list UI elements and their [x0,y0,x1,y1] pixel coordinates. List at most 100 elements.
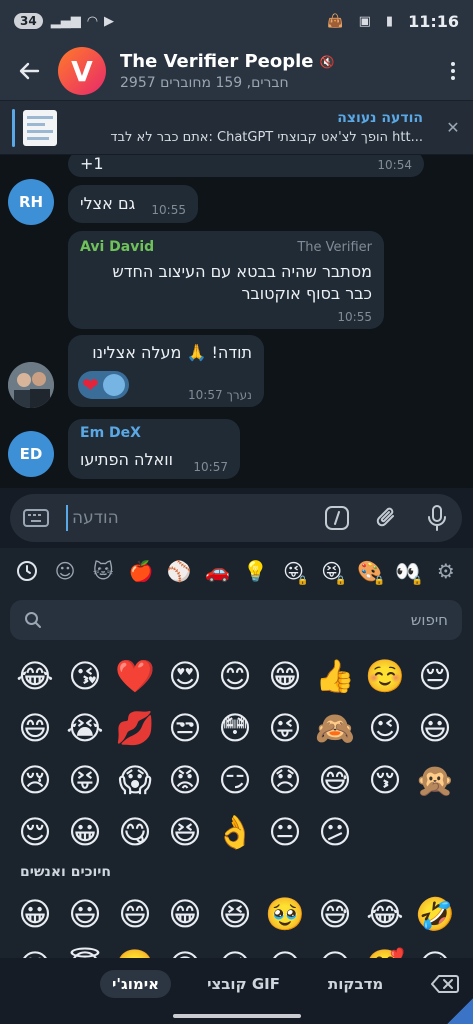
emoji-cell[interactable]: 💋 [110,702,160,754]
avatar-initials: RH [18,193,44,211]
backspace-button[interactable] [431,974,459,998]
emoji-cell[interactable]: 😱 [110,754,160,806]
emoji-pack-3-icon[interactable]: 🎨 🔒 [353,556,387,586]
sports-icon[interactable]: ⚾ [162,556,196,586]
group-info[interactable]: The Verifier People 🔇 2957 חברים, 159 מח… [120,51,433,91]
emoji-cell[interactable]: 😅 [310,754,360,806]
emoji-cell[interactable]: 🙈 [310,702,360,754]
emoji-cell[interactable]: 😍 [160,650,210,702]
emoji-cell[interactable]: 😂 [10,650,60,702]
emoji-cell[interactable]: 😀 [60,806,110,858]
emoji-cell[interactable]: 👍 [310,650,360,702]
emoji-cell[interactable]: ❤️ [110,650,160,702]
emoji-cell[interactable]: 😭 [60,702,110,754]
message-text: וואלה הפתיעו [80,450,173,469]
message-time: נערך 10:57 [188,388,252,402]
emoji-cell[interactable]: 😳 [210,702,260,754]
emoji-cell[interactable]: 😃 [60,888,110,940]
emoji-pack-4-icon[interactable]: 👀 🔒 [391,556,425,586]
emoji-cell[interactable]: 😏 [210,754,260,806]
emoji-cell[interactable]: 😁 [160,888,210,940]
emoji-cell[interactable]: 🙃 [160,940,210,958]
emoji-cell[interactable]: 😘 [60,650,110,702]
emoji-cell[interactable]: 👌 [210,806,260,858]
message-bubble[interactable]: Avi David The Verifier מסתבר שהיה בבטא ע… [68,231,384,329]
pin-list-icon[interactable]: ✕ [433,118,473,137]
emoji-cell[interactable]: 😝 [60,754,110,806]
emoji-cell[interactable]: 😂 [360,888,410,940]
emoji-cell[interactable]: 😄 [110,888,160,940]
emoji-cell[interactable]: 🥹 [260,888,310,940]
reaction-pill[interactable]: ❤ [78,371,129,399]
group-title: The Verifier People [120,51,314,72]
emoji-cell[interactable]: 😌 [260,940,310,958]
emoji-cell[interactable]: 😊 [10,940,60,958]
sender-name[interactable]: Em DeX [80,425,141,441]
avatar[interactable]: ED [8,431,54,477]
bot-commands-button[interactable] [312,505,362,531]
emoji-cell[interactable]: 😆 [160,806,210,858]
attach-button[interactable] [362,505,412,531]
group-avatar[interactable]: V [58,47,106,95]
emoji-cell[interactable]: 😌 [10,806,60,858]
message-input-box[interactable]: הודעה [10,494,462,542]
avatar[interactable] [8,362,54,408]
emoji-cell[interactable]: 😉 [210,940,260,958]
emoji-cell[interactable]: 🥰 [360,940,410,958]
emoji-cell[interactable]: 😅 [310,888,360,940]
message-list[interactable]: +1 10:54 RH גם אצלי 10:55 Avi David The … [0,155,473,488]
tab-emoji[interactable]: אימוג'י [100,970,172,998]
keyboard-button[interactable] [10,508,62,528]
emoji-cell[interactable]: 🤣 [410,888,460,940]
tab-stickers[interactable]: מדבקות [316,970,395,998]
emoji-cell[interactable]: 🙂 [110,940,160,958]
back-button[interactable] [0,42,58,100]
emoji-cell[interactable]: 😡 [160,754,210,806]
emoji-cell[interactable]: 😇 [60,940,110,958]
emoji-cell[interactable]: 😆 [210,888,260,940]
emoji-cell[interactable]: 😄 [10,702,60,754]
objects-icon[interactable]: 💡 [238,556,272,586]
emoji-cell[interactable]: 😒 [160,702,210,754]
emoji-cell[interactable]: 😁 [260,650,310,702]
animals-icon[interactable]: 🐱 [86,556,120,586]
travel-icon[interactable]: 🚗 [200,556,234,586]
pinned-indicator [12,108,15,147]
avatar[interactable]: RH [8,179,54,225]
emoji-cell[interactable]: 😚 [360,754,410,806]
message-bubble[interactable]: +1 10:54 [68,155,424,177]
message-input[interactable]: הודעה [68,508,312,528]
emoji-cell[interactable]: 😔 [410,650,460,702]
voice-message-button[interactable] [412,504,462,532]
message-bubble[interactable]: Em DeX וואלה הפתיעו 10:57 [68,419,240,479]
emoji-cell[interactable]: 😃 [410,702,460,754]
smileys-icon[interactable]: ☺ [48,556,82,586]
emoji-cell[interactable]: 😘 [410,940,460,958]
sender-name[interactable]: Avi David [80,239,154,255]
emoji-cell[interactable]: 😋 [110,806,160,858]
emoji-cell[interactable]: 😀 [10,888,60,940]
message-bubble[interactable]: גם אצלי 10:55 [68,185,198,223]
emoji-cell[interactable]: 😞 [260,754,310,806]
pinned-message-bar[interactable]: הודעה נעוצה אתם כבר לא לבד: ChatGPT הופך… [0,100,473,154]
emoji-cell[interactable]: 😢 [10,754,60,806]
emoji-cell[interactable]: 😊 [210,650,260,702]
emoji-search[interactable]: חיפוש [10,600,462,640]
emoji-cell[interactable]: 🙊 [410,754,460,806]
food-icon[interactable]: 🍎 [124,556,158,586]
emoji-cell[interactable]: 😕 [310,806,360,858]
gesture-bar[interactable] [173,1014,301,1018]
emoji-cell[interactable]: 😍 [310,940,360,958]
settings-icon[interactable]: ⚙ [429,556,463,586]
emoji-pack-2-icon[interactable]: 😝 🔒 [315,556,349,586]
emoji-cell[interactable]: 😐 [260,806,310,858]
tab-gifs[interactable]: קובצי GIF [195,970,292,998]
message-bubble[interactable]: תודה! 🙏 מעלה אצלינו ❤ נערך 10:57 [68,335,264,407]
emoji-cell[interactable]: 😜 [260,702,310,754]
emoji-cell[interactable]: 😉 [360,702,410,754]
more-options-button[interactable] [433,62,473,80]
search-input[interactable]: חיפוש [411,611,448,629]
recent-icon[interactable] [10,556,44,586]
emoji-cell[interactable]: ☺️ [360,650,410,702]
emoji-pack-1-icon[interactable]: 😜 🔒 [277,556,311,586]
